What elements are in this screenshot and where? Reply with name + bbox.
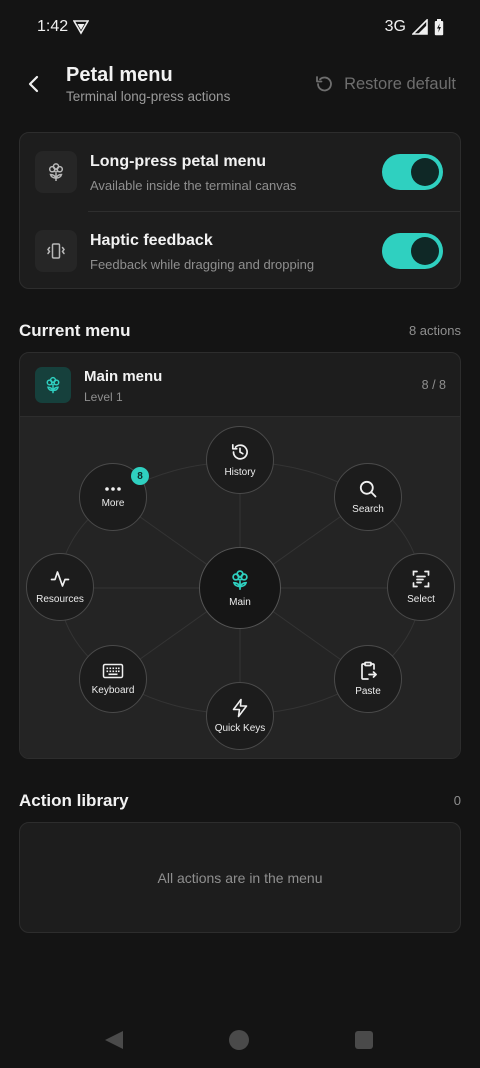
petal-label: Select [407, 594, 435, 605]
action-library-heading: Action library [19, 791, 129, 810]
restore-default-label: Restore default [344, 74, 456, 93]
status-time: 1:42 [37, 18, 69, 35]
current-menu-heading: Current menu [19, 321, 131, 340]
history-icon [230, 442, 250, 462]
petal-canvas: History Search Select Paste Quick Keys K… [20, 417, 460, 758]
library-empty-text: All actions are in the menu [157, 869, 323, 886]
flower-icon [35, 367, 71, 403]
current-menu-count: 8 actions [408, 323, 461, 338]
petal-more[interactable]: More 8 [79, 463, 149, 531]
setting-title: Haptic feedback [90, 232, 213, 249]
menu-level: Level 1 [84, 390, 123, 404]
setting-subtitle: Available inside the terminal canvas [90, 178, 297, 193]
flower-icon [35, 151, 77, 193]
setting-row-petal-menu: Long-press petal menu Available inside t… [20, 133, 460, 211]
petal-label: Keyboard [91, 685, 135, 696]
vibration-icon [35, 230, 77, 272]
network-type: 3G [384, 18, 406, 35]
status-icons: 3G [385, 18, 444, 36]
select-icon [411, 569, 431, 589]
restore-default-button[interactable]: Restore default [314, 74, 456, 94]
signal-icon [412, 19, 428, 35]
more-icon [103, 485, 123, 493]
action-library-count: 0 [453, 793, 461, 808]
activity-icon [50, 569, 70, 589]
keyboard-icon [102, 662, 124, 680]
petal-search[interactable]: Search [334, 463, 402, 531]
toggle-knob [411, 158, 439, 186]
petal-label: Paste [355, 686, 381, 697]
current-menu-card: Main menu Level 1 8 / 8 History Search S… [19, 352, 461, 759]
page-subtitle: Terminal long-press actions [66, 89, 231, 104]
petal-quick-keys[interactable]: Quick Keys [206, 682, 274, 750]
menu-name: Main menu [84, 368, 163, 385]
vpn-icon [73, 19, 89, 35]
petal-label: Search [352, 504, 384, 515]
search-icon [358, 479, 378, 499]
paste-icon [358, 661, 378, 681]
action-library-card: All actions are in the menu [19, 822, 461, 933]
petal-menu-toggle[interactable] [382, 154, 443, 190]
menu-ratio: 8 / 8 [421, 378, 446, 392]
petal-select[interactable]: Select [387, 553, 455, 621]
petal-resources[interactable]: Resources [26, 553, 94, 621]
lightning-icon [230, 698, 250, 718]
page-title: Petal menu [66, 64, 173, 86]
back-button[interactable] [20, 70, 48, 98]
more-count-badge: 8 [131, 467, 149, 485]
petal-label: Main [229, 597, 251, 608]
petal-label: More [101, 498, 125, 509]
petal-center-main[interactable]: Main [199, 547, 281, 629]
setting-title: Long-press petal menu [90, 153, 267, 170]
petal-label: Quick Keys [214, 723, 266, 734]
petal-keyboard[interactable]: Keyboard [79, 645, 147, 713]
menu-header[interactable]: Main menu Level 1 8 / 8 [20, 353, 460, 417]
nav-recents-button[interactable] [355, 1031, 373, 1049]
settings-card: Long-press petal menu Available inside t… [19, 132, 461, 289]
petal-history[interactable]: History [206, 426, 274, 494]
petal-paste[interactable]: Paste [334, 645, 402, 713]
petal-label: History [224, 467, 256, 478]
haptic-toggle[interactable] [382, 233, 443, 269]
battery-icon [434, 18, 444, 36]
flower-icon [228, 568, 252, 592]
restore-icon [314, 74, 334, 94]
nav-back-button[interactable] [104, 1030, 124, 1050]
petal-label: Resources [36, 594, 84, 605]
setting-row-haptic: Haptic feedback Feedback while dragging … [20, 212, 460, 290]
setting-subtitle: Feedback while dragging and dropping [90, 257, 315, 272]
nav-home-button[interactable] [229, 1030, 249, 1050]
toggle-knob [411, 237, 439, 265]
